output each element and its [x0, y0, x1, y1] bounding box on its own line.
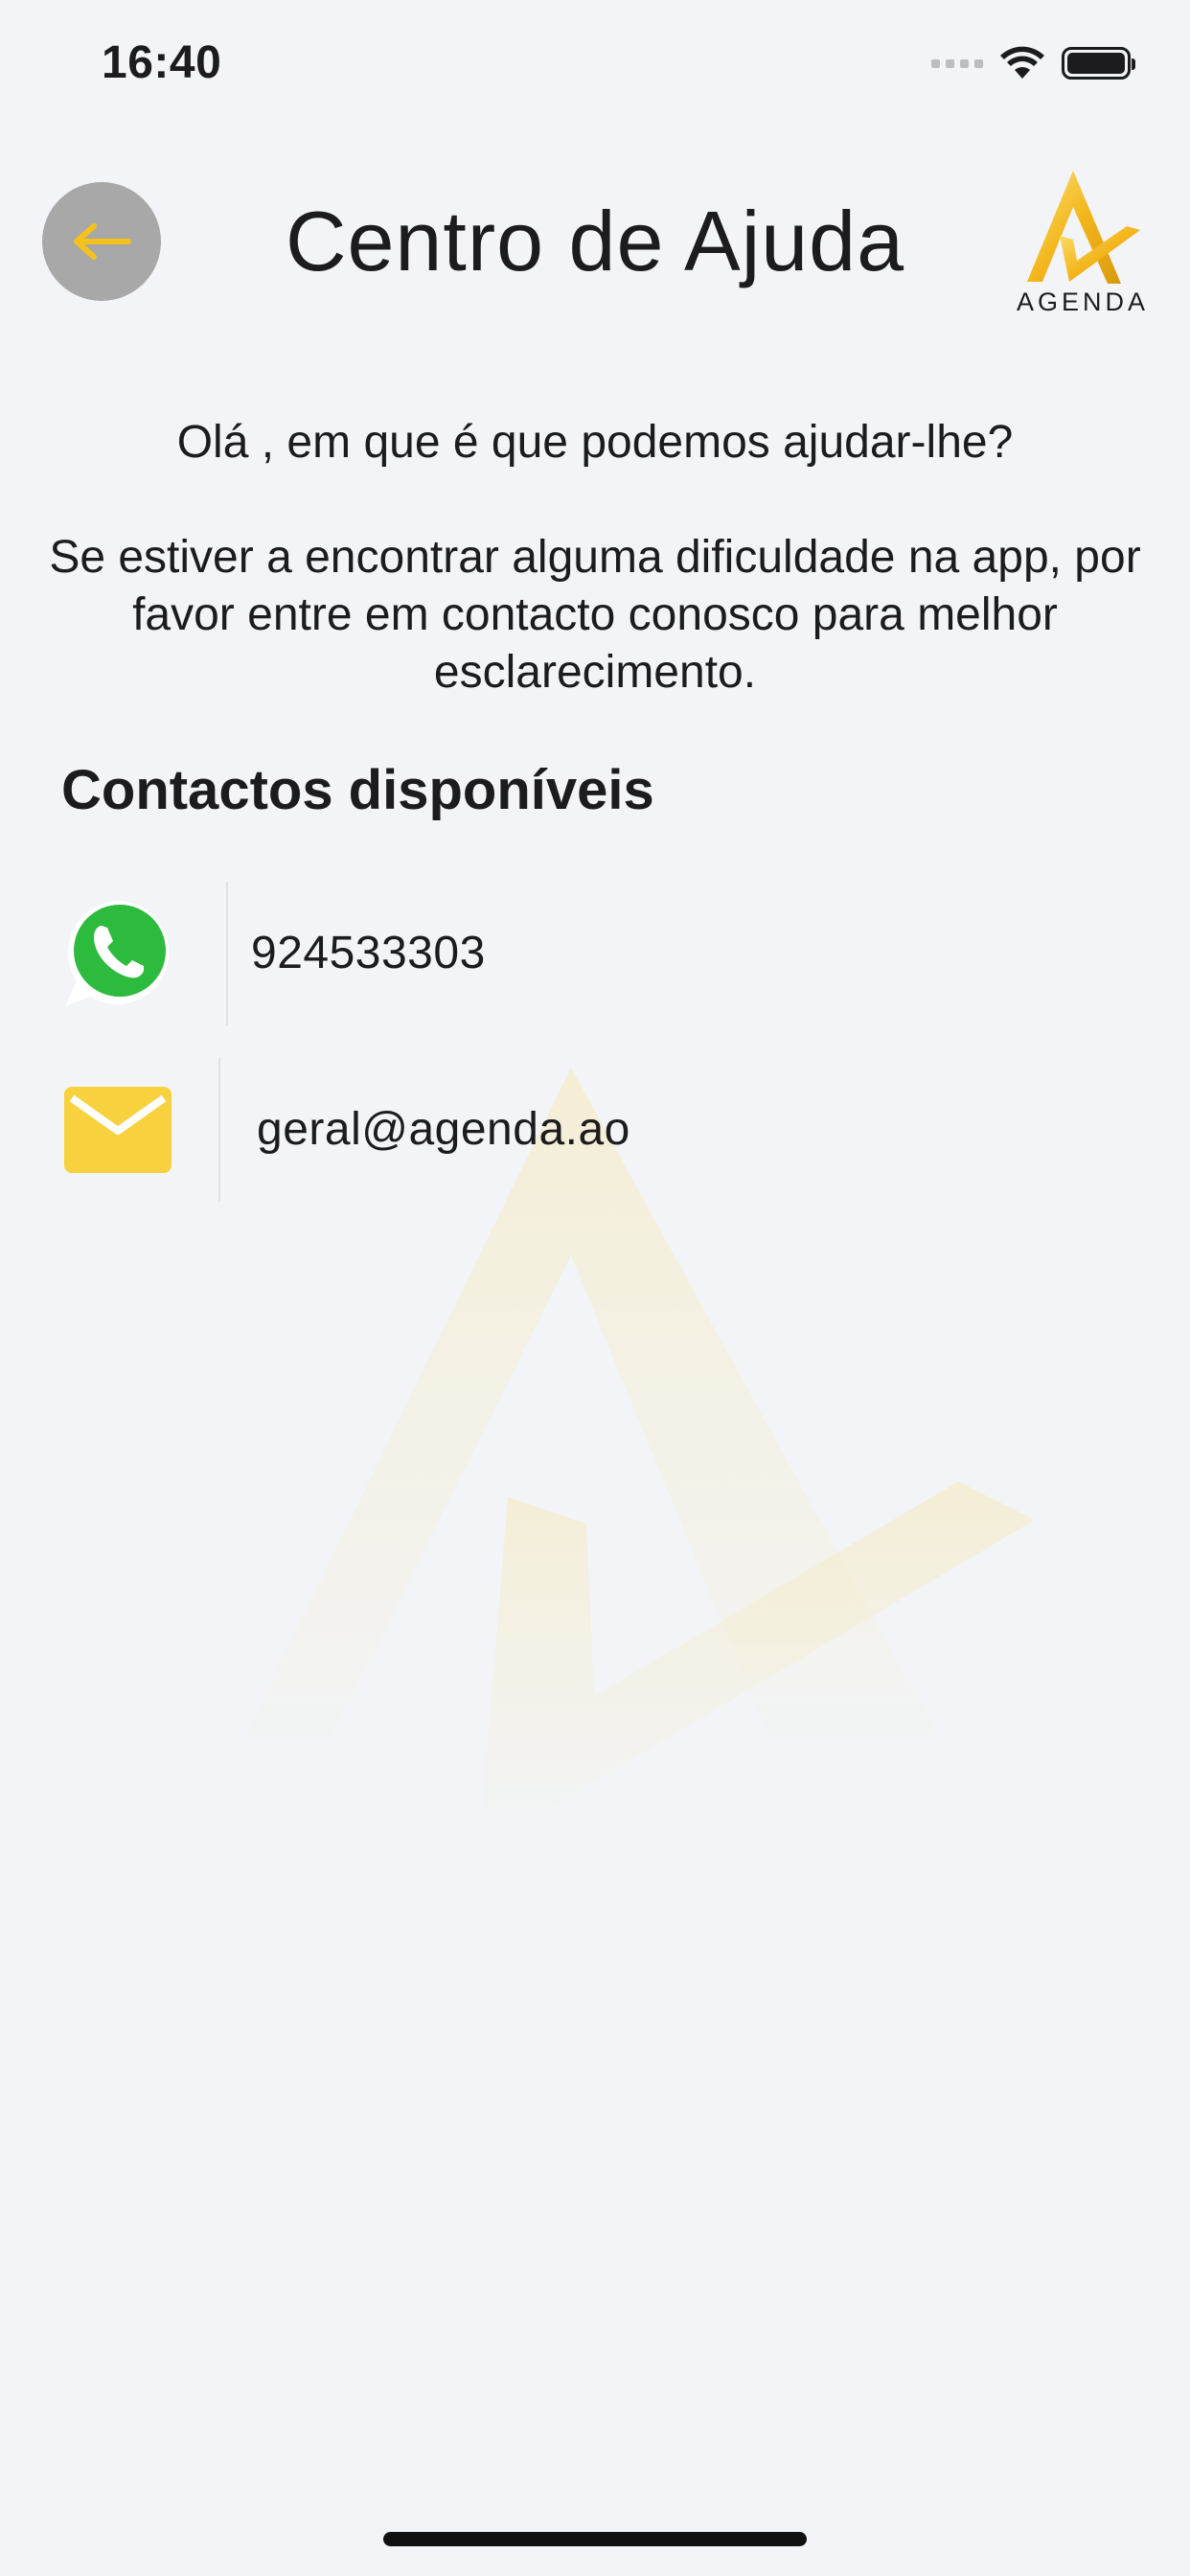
- status-bar: 16:40: [0, 0, 1190, 126]
- contact-whatsapp[interactable]: 924533303: [61, 882, 1129, 1025]
- email-address[interactable]: geral@agenda.ao: [257, 1101, 630, 1159]
- contact-email[interactable]: geral@agenda.ao: [61, 1058, 1129, 1202]
- status-icons: [931, 46, 1135, 80]
- agenda-logo-mark: [1027, 171, 1140, 284]
- contacts-section-title: Contactos disponíveis: [61, 759, 654, 821]
- contact-divider: [226, 882, 228, 1025]
- arrow-left-icon: [74, 223, 131, 260]
- signal-icon: [931, 58, 983, 68]
- agenda-logo: AGENDA: [1006, 169, 1159, 322]
- mail-icon: [61, 1073, 174, 1186]
- battery-icon: [1062, 47, 1135, 80]
- agenda-logo-text: AGENDA: [1016, 288, 1150, 316]
- contact-divider: [218, 1058, 220, 1202]
- back-button[interactable]: [42, 182, 161, 301]
- whatsapp-icon: [61, 897, 174, 1010]
- greeting-text: Olá , em que é que podemos ajudar-lhe?: [176, 417, 1014, 468]
- page-title: Centro de Ajuda: [285, 194, 905, 288]
- home-indicator: [383, 2532, 807, 2546]
- intro-text: Se estiver a encontrar alguma dificuldad…: [49, 532, 1141, 698]
- status-time: 16:40: [102, 37, 222, 88]
- whatsapp-number[interactable]: 924533303: [251, 925, 486, 982]
- wifi-icon: [1000, 46, 1044, 79]
